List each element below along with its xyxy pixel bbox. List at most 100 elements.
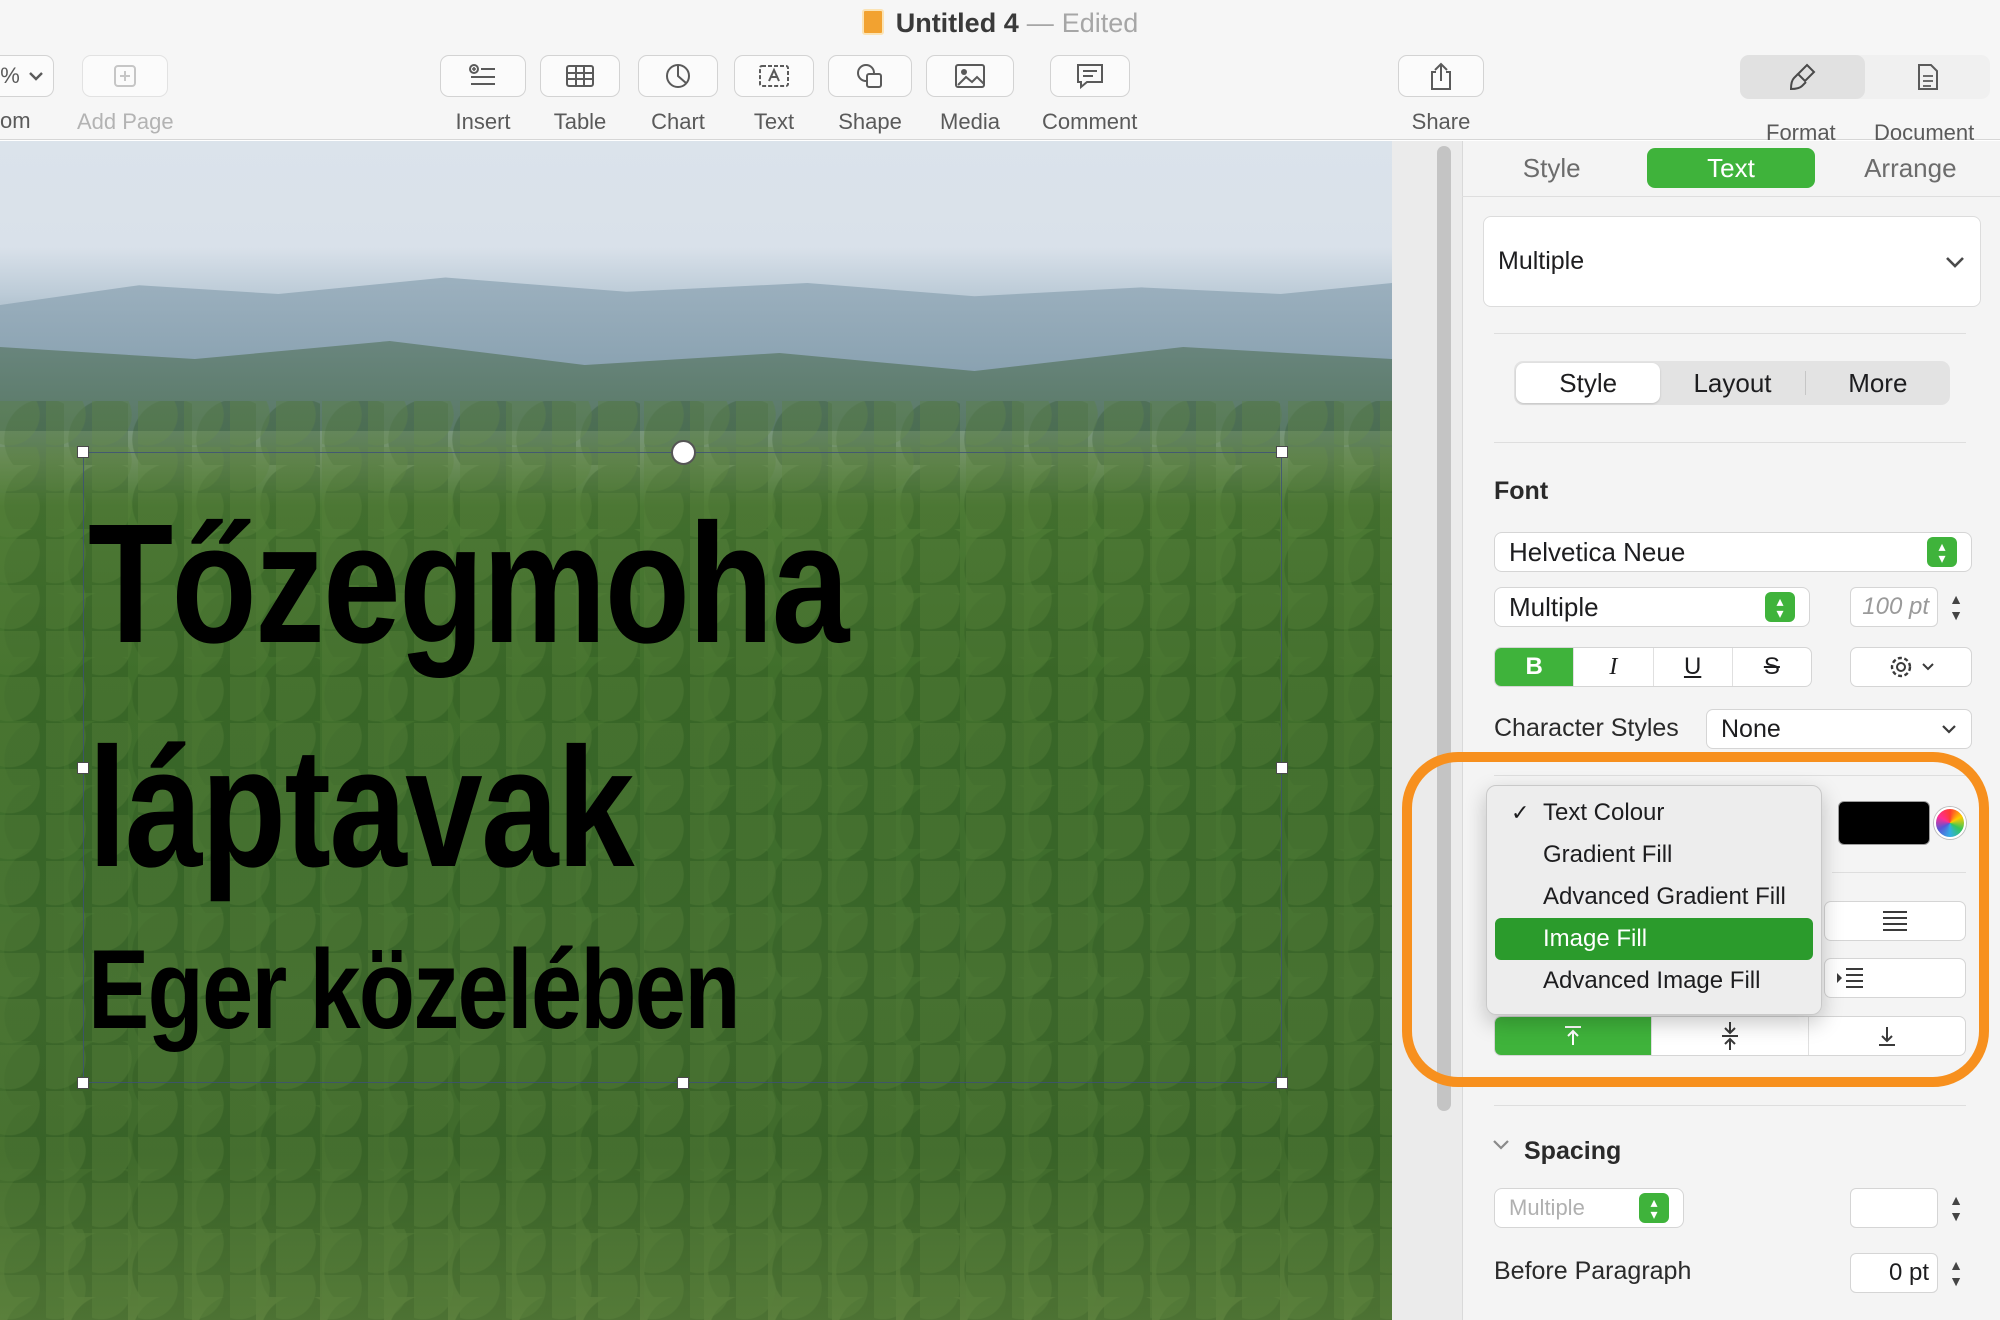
shape-button[interactable]: Shape (828, 55, 912, 135)
resize-handle-bottom-right[interactable] (1276, 1077, 1288, 1089)
menu-item-text-colour[interactable]: ✓ Text Colour (1495, 792, 1813, 834)
font-section-heading: Font (1494, 477, 1549, 505)
paragraph-style-value: Multiple (1498, 247, 1585, 275)
toolbar: Untitled 4— Edited % om Add Page Insert T… (0, 0, 2000, 145)
chart-pie-icon (666, 64, 690, 88)
popup-arrows-icon: ▴ ▾ (1639, 1193, 1669, 1223)
zoom-value: % (0, 63, 20, 88)
before-paragraph-stepper[interactable]: ▲ ▼ (1944, 1254, 1968, 1292)
format-button[interactable] (1740, 55, 1865, 99)
document-icon (1917, 64, 1938, 90)
chevron-down-icon (28, 72, 43, 81)
character-styles-popup[interactable]: None (1706, 709, 1972, 749)
edited-status: Edited (1061, 8, 1139, 38)
typeface-value: Multiple (1509, 591, 1599, 622)
chevron-down-icon (1942, 725, 1956, 734)
strikethrough-button[interactable]: S (1731, 648, 1811, 686)
text-fill-menu: ✓ Text Colour Gradient Fill Advanced Gra… (1486, 785, 1822, 1015)
insert-button[interactable]: Insert (440, 55, 526, 135)
rotation-handle[interactable] (671, 440, 696, 465)
menu-item-gradient-fill[interactable]: Gradient Fill (1495, 834, 1813, 876)
table-label: Table (553, 109, 607, 134)
pages-document-icon (861, 9, 884, 35)
document-title[interactable]: Untitled 4 (896, 8, 1019, 38)
text-label: Text (753, 109, 795, 134)
popup-arrows-icon: ▴ ▾ (1927, 537, 1957, 567)
font-size-field[interactable]: 100 pt (1850, 587, 1938, 627)
chart-label: Chart (651, 109, 705, 134)
menu-item-advanced-gradient-fill[interactable]: Advanced Gradient Fill (1495, 876, 1813, 918)
divider (1462, 196, 2000, 197)
insert-label: Insert (455, 109, 511, 134)
line-spacing-popup[interactable]: Multiple ▴ ▾ (1494, 1188, 1684, 1228)
subtab-more[interactable]: More (1806, 363, 1950, 403)
resize-handle-bottom-middle[interactable] (677, 1077, 689, 1089)
vertical-scrollbar-track[interactable] (1392, 141, 1462, 1320)
headline-line-2[interactable]: láptavak (88, 710, 634, 906)
before-paragraph-field[interactable]: 0 pt (1850, 1253, 1938, 1293)
checkmark-icon: ✓ (1511, 800, 1530, 825)
window-title-bar: Untitled 4— Edited (0, 8, 2000, 39)
shape-label: Shape (838, 109, 902, 134)
paragraph-style-popup[interactable]: Multiple (1483, 216, 1981, 307)
plus-square-icon (114, 65, 137, 87)
text-box-icon (759, 65, 789, 87)
subtab-style[interactable]: Style (1516, 363, 1661, 403)
divider (1494, 442, 1966, 443)
menu-item-image-fill[interactable]: Image Fill (1495, 918, 1813, 960)
share-label: Share (1411, 109, 1471, 134)
gear-icon (1890, 656, 1912, 678)
shape-icon (857, 64, 882, 88)
bold-button[interactable]: B (1495, 648, 1574, 686)
font-family-value: Helvetica Neue (1509, 536, 1686, 567)
add-page-label: Add Page (77, 109, 174, 134)
headline-line-1[interactable]: Tőzegmoha (88, 486, 849, 682)
menu-item-label: Advanced Image Fill (1543, 967, 1761, 994)
menu-item-label: Text Colour (1543, 799, 1665, 826)
disclosure-chevron-icon[interactable] (1492, 1139, 1510, 1151)
comment-icon (1076, 64, 1103, 90)
font-family-popup[interactable]: Helvetica Neue ▴ ▾ (1494, 532, 1972, 572)
insert-list-icon (469, 64, 495, 85)
tab-text[interactable]: Text (1646, 148, 1815, 188)
media-button[interactable]: Media (926, 55, 1014, 135)
media-label: Media (940, 109, 1000, 134)
menu-item-advanced-image-fill[interactable]: Advanced Image Fill (1495, 960, 1813, 1002)
table-button[interactable]: Table (540, 55, 620, 135)
font-size-stepper[interactable]: ▲ ▼ (1944, 588, 1968, 626)
photo-icon (955, 64, 985, 88)
title-separator: — (1026, 8, 1054, 38)
line-spacing-stepper[interactable]: ▲ ▼ (1944, 1189, 1968, 1227)
paintbrush-icon (1789, 63, 1815, 91)
divider (1494, 333, 1966, 334)
text-button[interactable]: Text (734, 55, 814, 135)
tab-style[interactable]: Style (1468, 148, 1636, 188)
chevron-down-icon (1946, 256, 1964, 268)
resize-handle-top-left[interactable] (77, 446, 89, 458)
advanced-options-button[interactable] (1850, 647, 1972, 687)
resize-handle-bottom-left[interactable] (77, 1077, 89, 1089)
italic-button[interactable]: I (1573, 648, 1652, 686)
spacing-section-heading: Spacing (1524, 1137, 1622, 1165)
chart-button[interactable]: Chart (638, 55, 718, 135)
before-paragraph-label: Before Paragraph (1494, 1257, 1692, 1285)
comment-button[interactable]: Comment (1042, 55, 1137, 135)
inspector-tabs: Style Text Arrange (1462, 146, 2000, 190)
document-button[interactable] (1865, 55, 1990, 99)
subtab-layout[interactable]: Layout (1660, 363, 1804, 403)
share-icon (1431, 62, 1451, 90)
tab-arrange[interactable]: Arrange (1826, 148, 1994, 188)
menu-item-label: Gradient Fill (1543, 841, 1673, 868)
add-page-button[interactable]: Add Page (77, 55, 174, 135)
text-format-buttons: B I U S (1494, 647, 1812, 687)
resize-handle-middle-right[interactable] (1276, 762, 1288, 774)
underline-button[interactable]: U (1652, 648, 1732, 686)
headline-line-3[interactable]: Eger közelében (88, 925, 740, 1054)
line-spacing-field[interactable] (1850, 1188, 1938, 1228)
share-button[interactable]: Share (1398, 55, 1484, 135)
resize-handle-top-right[interactable] (1276, 446, 1288, 458)
typeface-popup[interactable]: Multiple ▴ ▾ (1494, 587, 1810, 627)
divider (1494, 1105, 1966, 1106)
chevron-down-icon (1922, 663, 1934, 671)
zoom-popup-button[interactable]: % (0, 55, 54, 97)
